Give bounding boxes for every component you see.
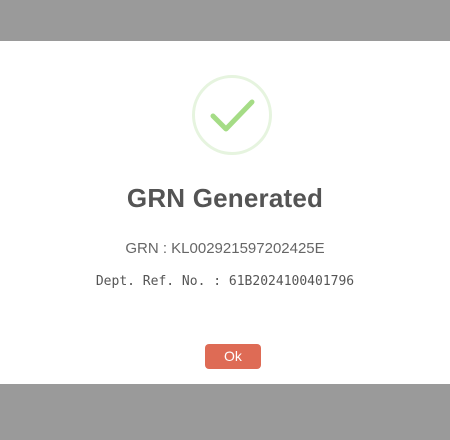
grn-success-dialog: GRN Generated GRN : KL002921597202425E D…	[0, 41, 450, 384]
grn-label: GRN :	[125, 240, 167, 257]
grn-value: KL002921597202425E	[171, 240, 325, 257]
grn-number-line: GRN : KL002921597202425E	[0, 240, 450, 257]
dialog-title: GRN Generated	[126, 183, 324, 213]
success-checkmark-icon	[192, 75, 272, 155]
modal-overlay: GRN Generated GRN : KL002921597202425E D…	[0, 0, 450, 440]
checkmark-icon	[210, 99, 255, 132]
dept-ref-value: 61B2024100401796	[228, 274, 355, 289]
dept-ref-label: Dept. Ref. No. :	[95, 274, 222, 289]
dept-ref-line: Dept. Ref. No. : 61B2024100401796	[0, 274, 450, 289]
ok-button[interactable]: Ok	[205, 344, 261, 369]
